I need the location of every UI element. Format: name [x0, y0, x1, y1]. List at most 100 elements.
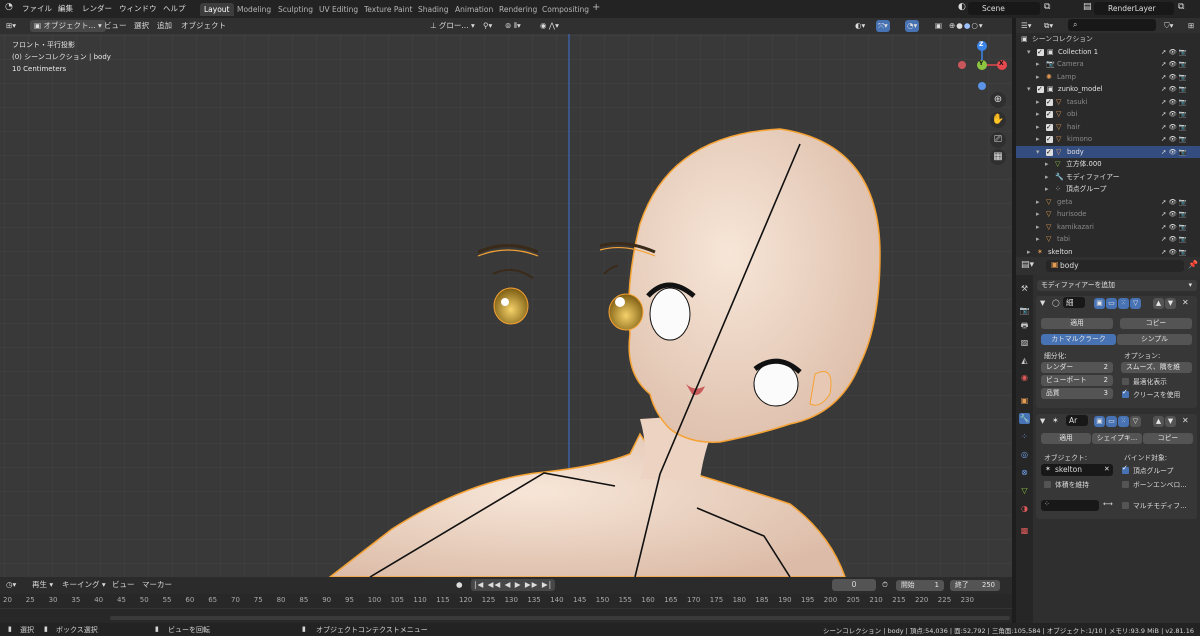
outliner-row[interactable]: ▸ 📷 Camera ➚ 👁 📷 [1016, 58, 1200, 71]
restriction-toggles-icon[interactable]: ➚ 👁 📷 [1161, 83, 1187, 96]
include-checkbox[interactable] [1037, 46, 1044, 58]
restriction-toggles-icon[interactable]: ➚ 👁 📷 [1161, 96, 1187, 109]
tab-animation[interactable]: Animation [451, 3, 497, 16]
menu-window[interactable]: ウィンドウ [119, 3, 157, 14]
menu-help[interactable]: ヘルプ [163, 3, 186, 14]
zoom-icon[interactable]: ⊕ [990, 92, 1006, 108]
invert-vertex-group-icon[interactable]: ⟷ [1103, 500, 1113, 508]
pan-hand-icon[interactable]: ✋ [990, 112, 1006, 128]
outliner-row[interactable]: ▸ ▽ tabi ➚ 👁 📷 [1016, 233, 1200, 246]
outliner-row[interactable]: ▾ ▽ body ➚ 👁 📷 [1016, 145, 1200, 159]
preserve-volume-checkbox[interactable] [1044, 481, 1051, 488]
outliner-editor-icon[interactable]: ☰▾ [1021, 20, 1032, 32]
viewport-toggle-icon[interactable]: ▭ [1106, 416, 1117, 427]
armature-name-field[interactable]: Ar [1066, 415, 1088, 426]
menu-render[interactable]: レンダー [82, 3, 112, 14]
apply-as-shapekey-button[interactable]: シェイプキ... [1092, 433, 1142, 444]
tab-uv-editing[interactable]: UV Editing [315, 3, 362, 16]
remove-modifier-icon[interactable]: ✕ [1182, 298, 1189, 307]
frame-start-field[interactable]: 開始 1 [896, 580, 944, 591]
outliner-row[interactable]: ▸ ▽ tasuki ➚ 👁 📷 [1016, 96, 1200, 109]
add-modifier-dropdown[interactable]: モディファイアーを追加 ▾ [1037, 280, 1197, 291]
outliner-row[interactable]: ▸ ⁘ 頂点グループ [1016, 183, 1200, 196]
menu-edit[interactable]: 編集 [58, 3, 73, 14]
outliner-row[interactable]: ▸ ▽ obi ➚ 👁 📷 [1016, 108, 1200, 121]
catmull-clark-button[interactable]: カトマルクラーク [1041, 334, 1116, 345]
physics-tab-icon[interactable]: ◎ [1019, 449, 1030, 460]
menu-add[interactable]: 追加 [157, 20, 172, 32]
expand-arrow-icon[interactable]: ▾ [1036, 146, 1040, 159]
outliner-search-input[interactable] [1068, 19, 1156, 31]
vertex-groups-checkbox[interactable] [1122, 464, 1129, 474]
view-layer-field[interactable]: RenderLayer [1094, 2, 1174, 15]
cage-toggle-icon[interactable]: ⁙ [1118, 416, 1129, 427]
armature-apply-button[interactable]: 適用 [1041, 433, 1091, 444]
expand-arrow-icon[interactable]: ▸ [1045, 171, 1049, 184]
preview-range-icon[interactable]: ⏱ [882, 579, 888, 591]
expand-arrow-icon[interactable]: ▸ [1036, 58, 1040, 71]
include-checkbox[interactable] [1046, 96, 1053, 108]
expand-arrow-icon[interactable]: ▸ [1045, 183, 1049, 196]
restriction-toggles-icon[interactable]: ➚ 👁 📷 [1161, 146, 1187, 159]
collapse-icon[interactable]: ▼ [1040, 417, 1045, 425]
restriction-toggles-icon[interactable]: ➚ 👁 📷 [1161, 108, 1187, 121]
tab-shading[interactable]: Shading [414, 3, 452, 16]
render-toggle-icon[interactable]: ▽ [1130, 416, 1141, 427]
remove-modifier-icon[interactable]: ✕ [1182, 416, 1189, 425]
outliner-row[interactable]: ▸ ✺ Lamp ➚ 👁 📷 [1016, 71, 1200, 84]
restriction-toggles-icon[interactable]: ➚ 👁 📷 [1161, 71, 1187, 84]
outliner-row[interactable]: ▸ ▽ hurisode ➚ 👁 📷 [1016, 208, 1200, 221]
expand-arrow-icon[interactable]: ▸ [1036, 196, 1040, 209]
menu-keying[interactable]: キーイング ▾ [62, 579, 106, 591]
outliner-row[interactable]: ▾ ▣ Collection 1 ➚ 👁 📷 [1016, 46, 1200, 59]
tab-compositing[interactable]: Compositing [538, 3, 593, 16]
frame-end-field[interactable]: 終了 250 [950, 580, 1000, 591]
menu-marker[interactable]: マーカー [142, 579, 172, 591]
include-checkbox[interactable] [1046, 133, 1053, 146]
texture-tab-icon[interactable]: ▩ [1019, 525, 1030, 536]
menu-view[interactable]: ビュー [104, 20, 127, 32]
timeline-editor-icon[interactable]: ◷▾ [6, 579, 16, 591]
camera-view-icon[interactable]: ⎚ [990, 132, 1006, 148]
expand-arrow-icon[interactable]: ▸ [1036, 96, 1040, 109]
shading-mode-icons[interactable]: ⊕●●○▾ [949, 20, 984, 32]
expand-arrow-icon[interactable]: ▸ [1036, 233, 1040, 246]
view-layer-tab-icon[interactable]: ▨ [1019, 337, 1030, 348]
outliner-row-scene-collection[interactable]: ▣ シーンコレクション [1016, 33, 1200, 46]
mesh-data-tab-icon[interactable]: ▽ [1019, 485, 1030, 496]
scene-field[interactable]: Scene [968, 2, 1040, 15]
snap-icon[interactable]: ⊚ ⦀▾ [505, 20, 521, 32]
scene-browse-icon[interactable]: ⧉ [1044, 2, 1050, 12]
expand-arrow-icon[interactable]: ▸ [1036, 108, 1040, 121]
expand-arrow-icon[interactable]: ▾ [1027, 83, 1031, 96]
restriction-toggles-icon[interactable]: ➚ 👁 📷 [1161, 133, 1187, 146]
mode-dropdown[interactable]: ▣ オブジェクト... ▾ [30, 20, 106, 32]
quality-field[interactable]: 品質 3 [1041, 388, 1113, 399]
tab-rendering[interactable]: Rendering [495, 3, 541, 16]
bone-envelopes-checkbox[interactable] [1122, 481, 1129, 488]
view-layer-browse-icon[interactable]: ⧉ [1178, 2, 1184, 12]
proportional-edit-icon[interactable]: ◉ ⋀▾ [540, 20, 559, 32]
visibility-icon[interactable]: ◐▾ [855, 20, 865, 32]
constraints-tab-icon[interactable]: ⊗ [1019, 467, 1030, 478]
particles-tab-icon[interactable]: ⁘ [1019, 431, 1030, 442]
menu-timeline-view[interactable]: ビュー [112, 579, 135, 591]
tab-layout[interactable]: Layout [200, 3, 234, 16]
subsurf-name-field[interactable]: 細 [1063, 297, 1085, 308]
collapse-icon[interactable]: ▼ [1040, 299, 1045, 307]
subsurf-copy-button[interactable]: コピー [1120, 318, 1192, 329]
uv-smooth-dropdown[interactable]: スムーズ、隅を維 [1121, 362, 1192, 373]
armature-copy-button[interactable]: コピー [1143, 433, 1193, 444]
outliner-row[interactable]: ▾ ▣ zunko_model ➚ 👁 📷 [1016, 83, 1200, 96]
clear-object-icon[interactable]: ✕ [1104, 465, 1110, 473]
overlay-toggle-icon[interactable]: ◔▾ [905, 20, 920, 32]
pivot-icon[interactable]: ⚲▾ [483, 20, 492, 32]
material-tab-icon[interactable]: ◑ [1019, 503, 1030, 514]
outliner-row[interactable]: ▸ ▽ hair ➚ 👁 📷 [1016, 121, 1200, 134]
object-name-field[interactable]: body [1046, 260, 1184, 272]
filter-icon[interactable]: ⛉▾ [1164, 20, 1173, 32]
perspective-toggle-icon[interactable]: ▦ [990, 149, 1006, 165]
cage-toggle-icon[interactable]: ⁙ [1118, 298, 1129, 309]
subsurf-apply-button[interactable]: 適用 [1041, 318, 1113, 329]
display-mode-icon[interactable]: ⧉▾ [1044, 20, 1053, 32]
